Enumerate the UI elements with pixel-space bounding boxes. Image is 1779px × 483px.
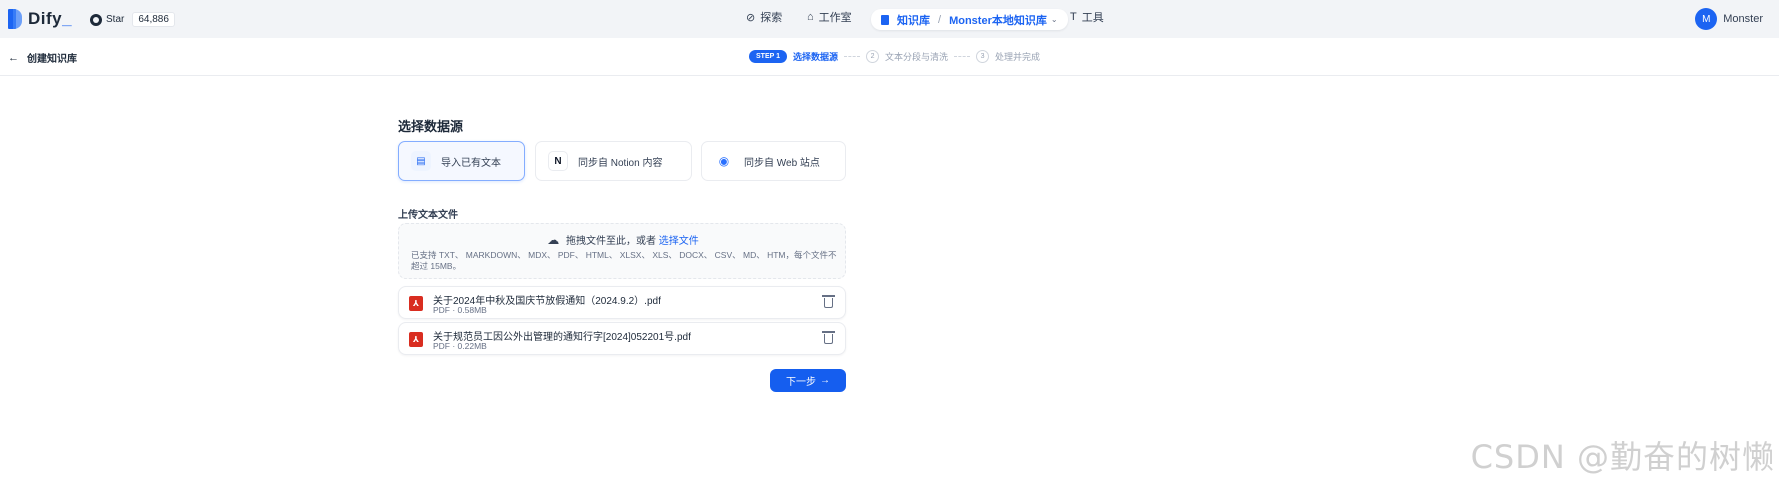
hammer-icon: T [1070,11,1077,23]
create-dataset-header: ← 创建知识库 STEP 1 选择数据源 2 文本分段与清洗 3 处理并完成 [0,38,1779,76]
app-name-suffix: _ [62,9,73,28]
step-indicator: STEP 1 选择数据源 2 文本分段与清洗 3 处理并完成 [749,50,1040,63]
trash-icon[interactable] [822,295,835,308]
github-star-count: 64,886 [132,12,175,27]
nav-knowledge[interactable]: 知识库 / Monster本地知识库 ⌄ [871,9,1068,30]
next-step-label: 下一步 [786,377,816,388]
nav-explore-label: 探索 [760,12,783,24]
step-1-badge: STEP 1 [749,50,787,63]
nav-studio-label: 工作室 [818,12,852,24]
dropzone-hint: 已支持 TXT、 MARKDOWN、 MDX、 PDF、 HTML、 XLSX、… [411,250,837,271]
file-meta: PDF · 0.22MB [433,341,487,351]
github-star-button[interactable]: Star 64,886 [90,11,175,28]
user-menu[interactable]: M Monster [1695,8,1763,30]
source-notion-label: 同步自 Notion 内容 [578,157,663,169]
source-web-option[interactable]: ◉ 同步自 Web 站点 [701,141,846,181]
nav-studio[interactable]: ⌂ 工作室 [807,9,852,25]
dify-logo-icon [8,9,22,29]
globe-icon: ◉ [714,151,734,171]
dropzone-text: 拖拽文件至此，或者 [566,236,656,247]
compass-icon: ⊘ [746,11,756,24]
watermark: CSDN @勤奋的树懒 [1470,438,1775,476]
nav-knowledge-label: 知识库 [897,14,930,27]
source-file-label: 导入已有文本 [441,157,501,169]
file-text-icon: ▤ [411,151,431,171]
cloud-upload-icon: ☁ [547,233,560,247]
file-item: ⅄ 关于规范员工因公外出管理的通知行字[2024]052201号.pdf PDF… [398,322,846,355]
section-title: 选择数据源 [398,119,464,134]
robot-icon: ⌂ [807,11,814,23]
step-3-number: 3 [976,50,990,63]
nav-explore[interactable]: ⊘ 探索 [746,9,782,25]
book-icon [881,14,889,25]
step-divider [844,56,861,57]
next-step-button[interactable]: 下一步 → [770,369,846,392]
top-navbar: Dify_ Star 64,886 ⊘ 探索 ⌂ 工作室 知识库 / Monst… [0,0,1779,38]
source-web-label: 同步自 Web 站点 [744,157,820,169]
avatar: M [1695,8,1718,30]
pdf-icon: ⅄ [409,296,423,311]
chevron-down-icon[interactable]: ⌄ [1051,15,1058,24]
file-dropzone[interactable]: ☁ 拖拽文件至此，或者 选择文件 已支持 TXT、 MARKDOWN、 MDX、… [398,223,846,279]
nav-separator: / [938,13,942,26]
app-logo[interactable]: Dify_ [8,9,72,29]
page-title: 创建知识库 [27,54,77,65]
arrow-right-icon: → [820,375,830,386]
file-item: ⅄ 关于2024年中秋及国庆节放假通知（2024.9.2）.pdf PDF · … [398,286,846,319]
step-1-label: 选择数据源 [793,52,839,62]
pdf-icon: ⅄ [409,332,423,347]
user-name: Monster [1723,13,1763,25]
source-file-option[interactable]: ▤ 导入已有文本 [398,141,525,181]
github-star-label: Star [106,14,125,25]
github-icon [90,13,102,26]
back-button[interactable]: ← 创建知识库 [8,50,77,66]
current-dataset-selector[interactable]: Monster本地知识库 [949,12,1047,28]
file-meta: PDF · 0.58MB [433,305,487,315]
upload-label: 上传文本文件 [398,210,458,221]
select-file-link[interactable]: 选择文件 [659,236,699,247]
step-2-label: 文本分段与清洗 [885,52,949,62]
trash-icon[interactable] [822,331,835,344]
arrow-left-icon: ← [8,51,19,64]
step-divider [954,56,971,57]
nav-tools[interactable]: T 工具 [1070,9,1104,25]
step-3-label: 处理并完成 [995,52,1041,62]
notion-icon: N [548,151,568,171]
nav-tools-label: 工具 [1081,12,1104,24]
step-2-number: 2 [866,50,880,63]
app-name: Dify [28,9,63,28]
source-notion-option[interactable]: N 同步自 Notion 内容 [535,141,692,181]
